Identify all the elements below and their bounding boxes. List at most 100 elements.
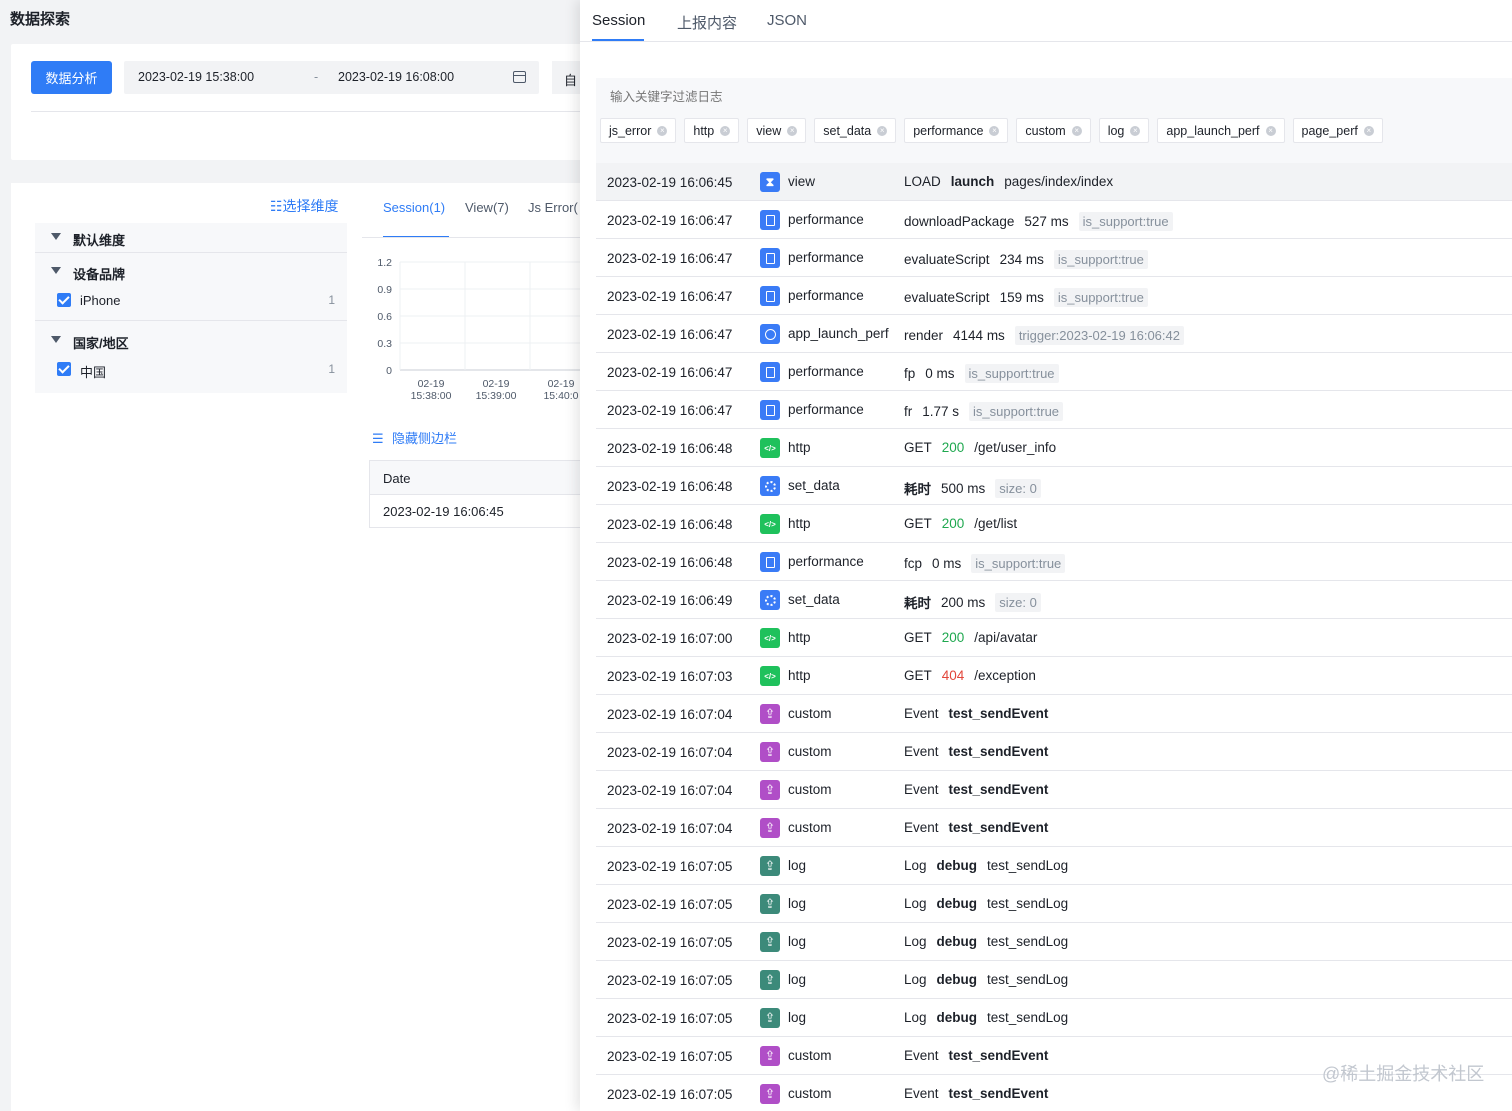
log-detail-part: fr [904, 404, 913, 419]
x-tick-date: 02-19 [418, 378, 445, 390]
y-tick-label: 0.6 [377, 311, 392, 323]
log-row[interactable]: 2023-02-19 16:07:00 http GET 200/api/avatar [596, 619, 1512, 657]
checkbox-checked-icon[interactable] [57, 293, 71, 307]
log-detail-part: test_sendEvent [948, 744, 1049, 759]
filter-chip[interactable]: app_launch_perf × [1157, 118, 1285, 143]
log-row[interactable]: 2023-02-19 16:06:48 set_data 耗时 500 ms size:… [596, 467, 1512, 505]
tab-js-error[interactable]: Js Error( [528, 200, 578, 215]
log-detail-part: test_sendEvent [948, 1048, 1049, 1063]
document-icon [760, 362, 780, 382]
filter-chip[interactable]: performance × [904, 118, 1009, 143]
log-row[interactable]: 2023-02-19 16:06:48 http GET 200/get/list [596, 505, 1512, 543]
log-detail-part: GET [904, 630, 932, 645]
log-time: 2023-02-19 16:07:05 [607, 897, 733, 912]
log-time: 2023-02-19 16:06:45 [607, 175, 733, 190]
log-detail: fcp 0 ms is_support:true [904, 554, 1066, 573]
log-row[interactable]: 2023-02-19 16:06:45 view LOAD launch pages/i… [596, 163, 1512, 201]
log-row[interactable]: 2023-02-19 16:07:05 log Log debug test_sendL… [596, 999, 1512, 1037]
close-icon[interactable]: × [1071, 125, 1082, 136]
log-detail-part: evaluateScript [904, 252, 990, 267]
log-row[interactable]: 2023-02-19 16:07:04 custom Event test_sendE… [596, 771, 1512, 809]
log-detail-part: Log [904, 1010, 927, 1025]
log-detail-part: test_sendLog [987, 1010, 1069, 1025]
log-time: 2023-02-19 16:06:47 [607, 403, 733, 418]
filter-chip[interactable]: set_data × [814, 118, 897, 143]
log-row[interactable]: 2023-02-19 16:07:05 log Log debug test_sendL… [596, 961, 1512, 999]
log-detail: GET 200/api/avatar [904, 630, 1037, 645]
log-time: 2023-02-19 16:07:05 [607, 1049, 733, 1064]
close-icon[interactable]: × [1363, 125, 1374, 136]
log-row[interactable]: 2023-02-19 16:07:05 log Log debug test_sendL… [596, 847, 1512, 885]
filter-chip[interactable]: custom × [1016, 118, 1091, 143]
dimension-item-count: 1 [328, 293, 335, 307]
log-filter-input[interactable] [610, 88, 1010, 106]
x-tick-time: 15:39:00 [476, 390, 517, 402]
close-icon[interactable]: × [720, 125, 731, 136]
log-row[interactable]: 2023-02-19 16:06:47 performance downloadPa… [596, 201, 1512, 239]
log-detail: Log debug test_sendLog [904, 896, 1068, 911]
custom-select[interactable]: 自 [552, 61, 580, 94]
filter-chip[interactable]: log × [1098, 118, 1150, 143]
log-row[interactable]: 2023-02-19 16:06:47 performance fr 1.77 s is… [596, 391, 1512, 429]
log-type: custom [788, 744, 832, 759]
select-dimension-link[interactable]: ☷选择维度 [270, 196, 339, 216]
dimension-group-region[interactable]: 国家/地区 [35, 326, 347, 354]
close-icon[interactable]: × [1130, 125, 1141, 136]
log-time: 2023-02-19 16:07:04 [607, 821, 733, 836]
log-row[interactable]: 2023-02-19 16:06:48 http GET 200/get/user_i… [596, 429, 1512, 467]
log-detail-part: Event [904, 1048, 939, 1063]
tab-view[interactable]: View(7) [465, 200, 509, 215]
log-row[interactable]: 2023-02-19 16:06:47 performance evaluateSc… [596, 277, 1512, 315]
tab-session[interactable]: Session [592, 12, 645, 29]
filter-chip-label: custom [1025, 123, 1066, 138]
hide-sidebar-link[interactable]: ☰ 隐藏侧边栏 [372, 428, 457, 447]
log-row[interactable]: 2023-02-19 16:06:49 set_data 耗时 200 ms size:… [596, 581, 1512, 619]
analyze-button[interactable]: 数据分析 [31, 61, 112, 94]
range-end[interactable]: 2023-02-19 16:08:00 [338, 70, 454, 84]
log-detail: Log debug test_sendLog [904, 934, 1068, 949]
dimension-item-iphone[interactable]: iPhone 1 [35, 287, 347, 313]
calendar-icon[interactable] [513, 71, 526, 83]
date-range-picker[interactable]: 2023-02-19 15:38:00 - 2023-02-19 16:08:0… [124, 61, 539, 94]
log-row[interactable]: 2023-02-19 16:06:48 performance fcp 0 ms is_… [596, 543, 1512, 581]
dimension-group-default[interactable]: 默认维度 [35, 223, 347, 251]
close-icon[interactable]: × [1265, 125, 1276, 136]
log-detail: downloadPackage 527 ms is_support:true [904, 212, 1173, 231]
log-row[interactable]: 2023-02-19 16:07:04 custom Event test_sendE… [596, 809, 1512, 847]
log-detail: evaluateScript 159 ms is_support:true [904, 288, 1148, 307]
log-row[interactable]: 2023-02-19 16:07:04 custom Event test_sendE… [596, 733, 1512, 771]
tab-session[interactable]: Session(1) [383, 200, 445, 215]
filter-chip[interactable]: view × [747, 118, 807, 143]
close-icon[interactable]: × [989, 125, 1000, 136]
filter-chip[interactable]: http × [684, 118, 740, 143]
table-cell-date[interactable]: 2023-02-19 16:06:45 [370, 495, 580, 528]
log-row[interactable]: 2023-02-19 16:07:05 log Log debug test_sendL… [596, 923, 1512, 961]
close-icon[interactable]: × [657, 125, 668, 136]
log-detail-part: downloadPackage [904, 214, 1015, 229]
range-start[interactable]: 2023-02-19 15:38:00 [138, 70, 254, 84]
log-row[interactable]: 2023-02-19 16:07:04 custom Event test_sendE… [596, 695, 1512, 733]
log-detail-part: Log [904, 896, 927, 911]
log-row[interactable]: 2023-02-19 16:06:47 performance fp 0 ms is_s… [596, 353, 1512, 391]
dimension-item-china[interactable]: 中国 1 [35, 356, 347, 382]
tab-report-content[interactable]: 上报内容 [677, 12, 737, 33]
log-detail-part: debug [936, 896, 978, 911]
close-icon[interactable]: × [877, 125, 888, 136]
log-type: performance [788, 288, 864, 303]
log-row[interactable]: 2023-02-19 16:07:03 http GET 404/exception [596, 657, 1512, 695]
filter-chip[interactable]: page_perf × [1292, 118, 1383, 143]
log-type: performance [788, 212, 864, 227]
log-row[interactable]: 2023-02-19 16:06:47 app_launch_perf render… [596, 315, 1512, 353]
close-icon[interactable]: × [787, 125, 798, 136]
log-type: log [788, 896, 807, 911]
filter-chip-label: page_perf [1301, 123, 1358, 138]
filter-chip[interactable]: js_error × [600, 118, 677, 143]
log-row[interactable]: 2023-02-19 16:07:05 log Log debug test_sendL… [596, 885, 1512, 923]
tab-json[interactable]: JSON [767, 12, 807, 29]
dimension-group-brand[interactable]: 设备品牌 [35, 257, 347, 285]
session-table: Date 2023-02-19 16:06:45 [369, 460, 580, 528]
filter-chip-label: app_launch_perf [1166, 123, 1260, 138]
log-time: 2023-02-19 16:07:04 [607, 745, 733, 760]
log-row[interactable]: 2023-02-19 16:06:47 performance evaluateSc… [596, 239, 1512, 277]
checkbox-checked-icon[interactable] [57, 362, 71, 376]
